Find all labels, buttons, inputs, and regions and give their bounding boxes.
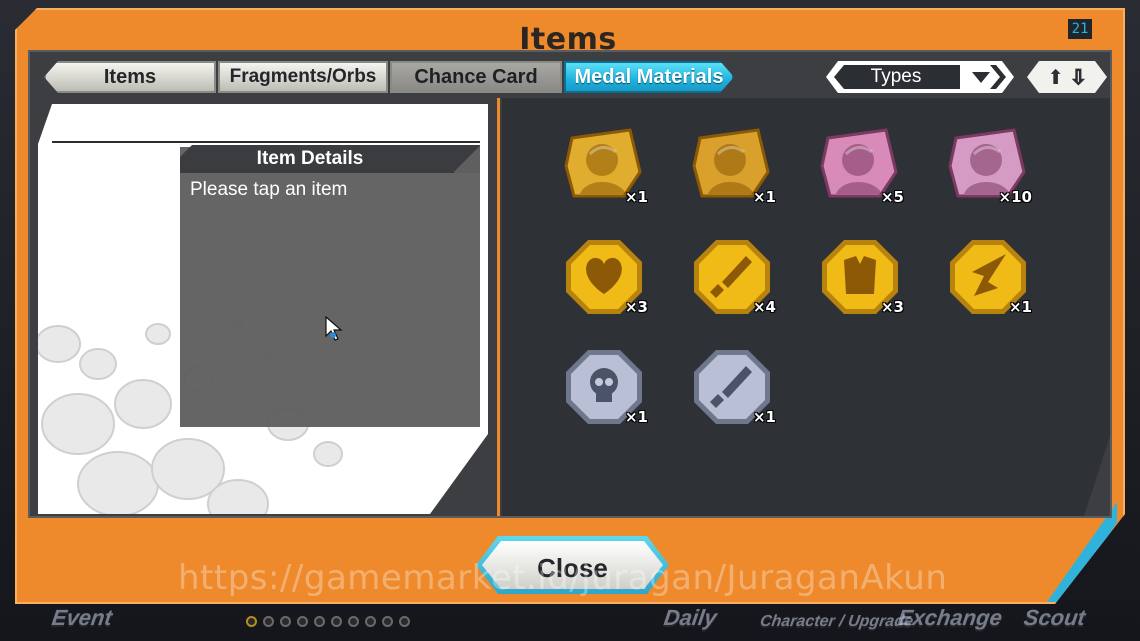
bg-nav-scout: Scout (1022, 605, 1087, 630)
medal-item[interactable]: ×1 (688, 342, 776, 430)
page-dots (246, 616, 410, 627)
bg-nav-character: Character / Upgrade (758, 613, 915, 630)
medal-quantity: ×1 (624, 188, 648, 206)
medal-quantity: ×3 (624, 298, 648, 316)
medal-quantity: ×3 (880, 298, 904, 316)
arrow-down-icon: ⇩ (1070, 66, 1087, 89)
tab-medal-materials[interactable]: Medal Materials (564, 61, 734, 93)
sort-order-button[interactable]: ⬆ ⇩ (1027, 61, 1107, 93)
medal-quantity: ×1 (624, 408, 648, 426)
item-details-message: Please tap an item (190, 179, 348, 200)
medal-quantity: ×1 (1008, 298, 1032, 316)
medal-item[interactable]: ×5 (816, 122, 904, 210)
tab-chance-card[interactable]: Chance Card (390, 61, 562, 93)
medal-item[interactable]: ×10 (944, 122, 1032, 210)
arrow-up-icon: ⬆ (1047, 66, 1064, 89)
tab-bar: Items Fragments/Orbs Chance Card Medal M… (44, 61, 736, 93)
medal-quantity: ×1 (752, 408, 776, 426)
item-details-heading: Item Details (256, 148, 364, 169)
medal-item[interactable]: ×3 (560, 232, 648, 320)
medal-item[interactable]: ×3 (816, 232, 904, 320)
medal-quantity: ×4 (752, 298, 776, 316)
item-details-header: Item Details (180, 145, 480, 173)
medal-item[interactable]: ×4 (688, 232, 776, 320)
tab-items[interactable]: Items (44, 61, 216, 93)
title-bar: Items 21 (28, 10, 1108, 57)
game-screen: Event Daily Character / Upgrade Exchange… (0, 0, 1140, 641)
medal-quantity: ×1 (752, 188, 776, 206)
medal-item[interactable]: ×1 (688, 122, 776, 210)
tab-fragments-orbs[interactable]: Fragments/Orbs (218, 61, 388, 93)
types-filter-button[interactable]: Types (826, 61, 1014, 93)
medal-quantity: ×5 (880, 188, 904, 206)
bg-nav-exchange: Exchange (896, 605, 1004, 630)
types-filter-label: Types (870, 66, 922, 87)
medal-item[interactable]: ×1 (944, 232, 1032, 320)
panel-divider (497, 98, 500, 516)
medal-item[interactable]: ×1 (560, 122, 648, 210)
bg-nav-daily: Daily (662, 605, 719, 630)
preview-divider-line (52, 141, 480, 143)
bg-nav-event: Event (50, 605, 114, 630)
medal-quantity: ×10 (998, 188, 1032, 206)
counter-badge: 21 (1068, 19, 1092, 39)
watermark: https://gamemarket.id/juragan/JuraganAku… (178, 558, 948, 598)
pointer-cursor-icon (325, 316, 343, 341)
medal-item[interactable]: ×1 (560, 342, 648, 430)
